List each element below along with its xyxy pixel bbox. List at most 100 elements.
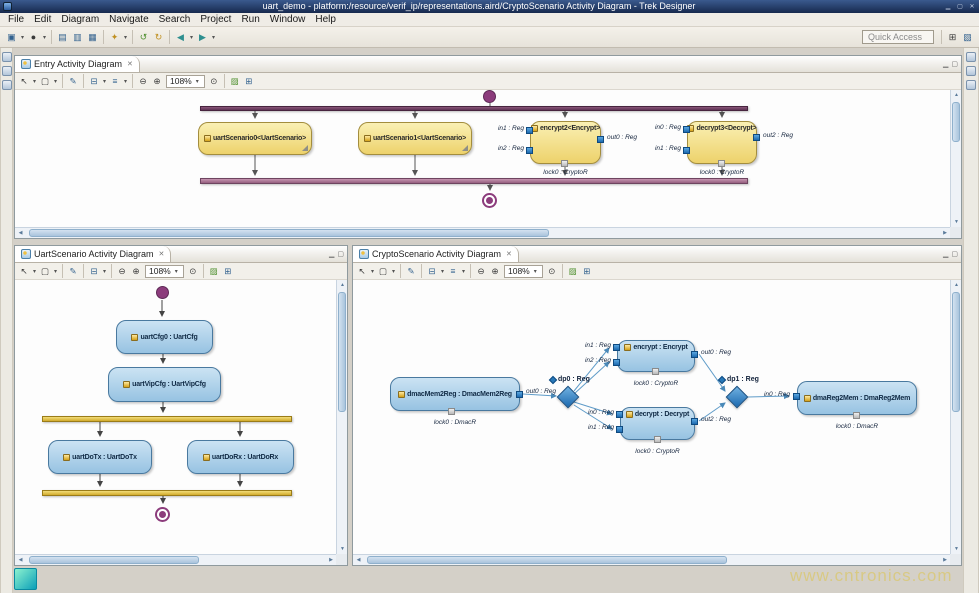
tab-entry-activity-diagram[interactable]: Entry Activity Diagram ✕ bbox=[15, 56, 140, 72]
scroll-left-button[interactable]: ◀ bbox=[15, 228, 26, 238]
final-node[interactable] bbox=[482, 193, 497, 208]
dropdown-icon[interactable]: ▾ bbox=[210, 34, 217, 41]
dropdown-icon[interactable]: ▾ bbox=[52, 78, 59, 85]
dmareg2mem-in0-pin[interactable] bbox=[793, 393, 800, 400]
node-uartscenario0[interactable]: uartScenario0<UartScenario> bbox=[198, 122, 312, 155]
select-tool-button[interactable]: ↖ bbox=[17, 74, 31, 88]
dmacmem2reg-lock0-pin[interactable] bbox=[448, 408, 455, 415]
scroll-left-button[interactable]: ◀ bbox=[353, 555, 364, 565]
node-uartdotx[interactable]: uartDoTx : UartDoTx bbox=[48, 440, 152, 474]
tab-close-icon[interactable]: ✕ bbox=[159, 250, 165, 258]
marquee-tool-button[interactable]: ▢ bbox=[38, 74, 52, 88]
fast-view-icon[interactable] bbox=[966, 52, 976, 62]
tab-cryptoscenario-activity-diagram[interactable]: CryptoScenario Activity Diagram ✕ bbox=[353, 246, 519, 262]
node-uartvipcfg[interactable]: uartVipCfg : UartVipCfg bbox=[108, 367, 221, 402]
encrypt-out0-pin[interactable] bbox=[691, 351, 698, 358]
horizontal-scrollbar[interactable]: ◀ ▶ bbox=[15, 227, 950, 238]
scroll-thumb[interactable] bbox=[29, 556, 199, 564]
scroll-down-button[interactable]: ▼ bbox=[951, 217, 962, 227]
zoom-out-button[interactable]: ⊖ bbox=[136, 74, 150, 88]
cryptoscenario-diagram-canvas[interactable]: dmacMem2Reg : DmacMem2Reg out0 : Reg loc… bbox=[353, 280, 950, 554]
arrange-button[interactable]: ⊟ bbox=[87, 74, 101, 88]
print-button[interactable]: ▦ bbox=[85, 30, 100, 45]
scroll-up-button[interactable]: ▲ bbox=[951, 280, 962, 290]
menu-item-project[interactable]: Project bbox=[195, 13, 236, 27]
redo-button[interactable]: ↻ bbox=[151, 30, 166, 45]
decrypt-in1-pin[interactable] bbox=[616, 426, 623, 433]
scroll-thumb[interactable] bbox=[367, 556, 727, 564]
export-image-button[interactable]: ▨ bbox=[566, 264, 580, 278]
align-button[interactable]: ≡ bbox=[446, 264, 460, 278]
dropdown-icon[interactable]: ▾ bbox=[390, 268, 397, 275]
scroll-thumb[interactable] bbox=[952, 102, 960, 142]
fast-view-icon[interactable] bbox=[966, 66, 976, 76]
dropdown-icon[interactable]: ▾ bbox=[122, 34, 129, 41]
zoom-in-button[interactable]: ⊕ bbox=[150, 74, 164, 88]
node-dmacmem2reg[interactable]: dmacMem2Reg : DmacMem2Reg bbox=[390, 377, 520, 411]
magnifier-button[interactable]: ⊙ bbox=[186, 264, 200, 278]
new-button[interactable]: ▣ bbox=[4, 30, 19, 45]
dropdown-icon[interactable]: ▾ bbox=[101, 78, 108, 85]
dropdown-icon[interactable]: ▾ bbox=[41, 34, 48, 41]
magnifier-button[interactable]: ⊙ bbox=[207, 74, 221, 88]
decrypt3-lock0-pin[interactable] bbox=[718, 160, 725, 167]
dropdown-icon[interactable]: ▾ bbox=[369, 268, 376, 275]
horizontal-scrollbar[interactable]: ◀ ▶ bbox=[353, 554, 950, 565]
export-image-button[interactable]: ▨ bbox=[207, 264, 221, 278]
format-button[interactable]: ✎ bbox=[404, 264, 418, 278]
dropdown-icon[interactable]: ▾ bbox=[460, 268, 467, 275]
quick-access-input[interactable]: Quick Access bbox=[862, 30, 934, 44]
scroll-thumb[interactable] bbox=[952, 292, 960, 412]
maximize-pane-icon[interactable]: ▢ bbox=[337, 250, 344, 258]
zoom-level-select[interactable]: 108%▾ bbox=[145, 265, 184, 278]
scroll-left-button[interactable]: ◀ bbox=[15, 555, 26, 565]
save-button[interactable]: ▤ bbox=[55, 30, 70, 45]
zoom-level-select[interactable]: 108%▾ bbox=[166, 75, 205, 88]
vertical-scrollbar[interactable]: ▲ ▼ bbox=[950, 90, 961, 227]
dropdown-icon[interactable]: ▾ bbox=[31, 268, 38, 275]
dropdown-icon[interactable]: ▾ bbox=[439, 268, 446, 275]
decrypt3-in0-pin[interactable] bbox=[683, 126, 690, 133]
marquee-tool-button[interactable]: ▢ bbox=[38, 264, 52, 278]
minimize-pane-icon[interactable]: ▁ bbox=[329, 250, 334, 258]
maximize-pane-icon[interactable]: ▢ bbox=[951, 60, 958, 68]
encrypt2-lock0-pin[interactable] bbox=[561, 160, 568, 167]
minimize-pane-icon[interactable]: ▁ bbox=[943, 60, 948, 68]
decrypt-out2-pin[interactable] bbox=[691, 418, 698, 425]
tab-close-icon[interactable]: ✕ bbox=[506, 250, 512, 258]
marquee-tool-button[interactable]: ▢ bbox=[376, 264, 390, 278]
encrypt-in2-pin[interactable] bbox=[613, 359, 620, 366]
format-button[interactable]: ✎ bbox=[66, 74, 80, 88]
arrange-button[interactable]: ⊟ bbox=[87, 264, 101, 278]
decrypt-lock0-pin[interactable] bbox=[654, 436, 661, 443]
grid-button[interactable]: ⊞ bbox=[221, 264, 235, 278]
arrange-button[interactable]: ⊟ bbox=[425, 264, 439, 278]
final-node[interactable] bbox=[155, 507, 170, 522]
scroll-right-button[interactable]: ▶ bbox=[326, 555, 336, 566]
decision-node-dp0[interactable] bbox=[557, 386, 580, 409]
tab-uartscenario-activity-diagram[interactable]: UartScenario Activity Diagram ✕ bbox=[15, 246, 171, 262]
node-decrypt3[interactable]: decrypt3<Decrypt> bbox=[687, 121, 757, 164]
dropdown-icon[interactable]: ▾ bbox=[122, 78, 129, 85]
vertical-scrollbar[interactable]: ▲ ▼ bbox=[336, 280, 347, 554]
scroll-thumb[interactable] bbox=[29, 229, 549, 237]
fast-view-icon[interactable] bbox=[2, 66, 12, 76]
select-tool-button[interactable]: ↖ bbox=[17, 264, 31, 278]
fast-view-icon[interactable] bbox=[966, 80, 976, 90]
zoom-in-button[interactable]: ⊕ bbox=[488, 264, 502, 278]
magnifier-button[interactable]: ⊙ bbox=[545, 264, 559, 278]
decrypt3-in1-pin[interactable] bbox=[683, 147, 690, 154]
encrypt2-in1-pin[interactable] bbox=[526, 127, 533, 134]
run-button[interactable]: ● bbox=[26, 30, 41, 45]
menu-item-diagram[interactable]: Diagram bbox=[56, 13, 104, 27]
node-uartcfg0[interactable]: uartCfg0 : UartCfg bbox=[116, 320, 213, 354]
menu-item-run[interactable]: Run bbox=[236, 13, 264, 27]
undo-button[interactable]: ↺ bbox=[136, 30, 151, 45]
fast-view-icon[interactable] bbox=[2, 52, 12, 62]
decision-node-dp1[interactable] bbox=[726, 386, 749, 409]
menu-item-search[interactable]: Search bbox=[154, 13, 196, 27]
dropdown-icon[interactable]: ▾ bbox=[188, 34, 195, 41]
encrypt-lock0-pin[interactable] bbox=[652, 368, 659, 375]
select-tool-button[interactable]: ↖ bbox=[355, 264, 369, 278]
initial-node[interactable] bbox=[156, 286, 169, 299]
